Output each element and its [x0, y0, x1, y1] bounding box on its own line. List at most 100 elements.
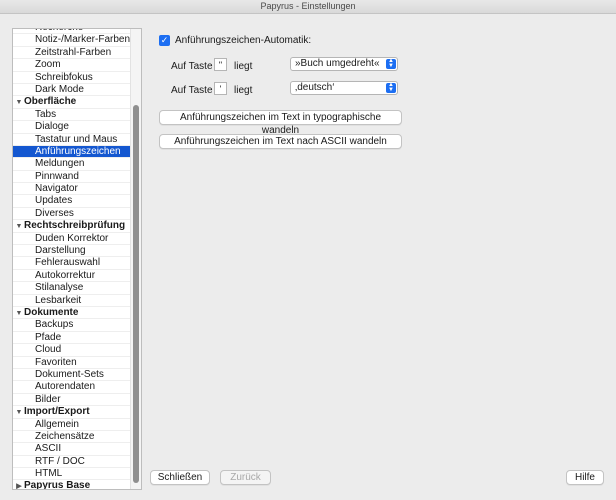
sidebar-item-label: Tabs [35, 108, 57, 120]
back-button[interactable]: Zurück [220, 470, 271, 485]
settings-tree: RechercheNotiz-/Marker-FarbenZeitstrahl-… [13, 29, 131, 490]
sidebar-group[interactable]: ▼ Oberfläche [13, 96, 131, 109]
disclosure-expanded-icon[interactable]: ▼ [14, 97, 24, 109]
sidebar-item-label: Notiz-/Marker-Farben [35, 34, 131, 46]
sidebar-group[interactable]: ▼ Rechtschreibprüfung [13, 220, 131, 233]
disclosure-expanded-icon[interactable]: ▼ [14, 407, 24, 419]
sidebar-item-label: Dark Mode [35, 83, 84, 95]
disclosure-collapsed-icon[interactable]: ▶ [14, 481, 24, 489]
sidebar-item[interactable]: Tastatur und Maus [13, 134, 131, 146]
sidebar-item[interactable]: Fehlerauswahl [13, 257, 131, 270]
sidebar-item[interactable]: Tabs [13, 108, 131, 122]
sidebar-item-label: Pinnwand [35, 170, 79, 182]
sidebar-item[interactable]: Autorendaten [13, 381, 131, 394]
convert-to-typographic-button[interactable]: Anführungszeichen im Text in typographis… [159, 110, 402, 136]
sidebar-item[interactable]: Pfade [13, 331, 131, 345]
key2-label: Auf Taste [171, 85, 213, 96]
sidebar-item[interactable]: Darstellung [13, 245, 131, 258]
sidebar-item-label: Fehlerauswahl [35, 257, 101, 269]
sidebar-item-label: ASCII [35, 443, 62, 455]
help-button[interactable]: Hilfe [566, 470, 604, 485]
settings-sidebar[interactable]: RechercheNotiz-/Marker-FarbenZeitstrahl-… [12, 28, 142, 490]
sidebar-item-label: Autorendaten [35, 381, 96, 393]
window-title: Papyrus - Einstellungen [260, 1, 356, 11]
sidebar-item-label: Zoom [35, 59, 61, 71]
quote-automation-option[interactable]: ✓ Anführungszeichen-Automatik: [159, 35, 311, 46]
sidebar-item[interactable]: Lesbarkeit [13, 295, 131, 307]
sidebar-item-label: Darstellung [35, 245, 86, 257]
sidebar-group[interactable]: ▼ Import/Export [13, 406, 131, 419]
sidebar-item-label: Anführungszeichen [35, 145, 121, 157]
sidebar-item-label: Rechtschreibprüfung [24, 220, 126, 232]
sidebar-item[interactable]: Bilder [13, 393, 131, 407]
sidebar-item[interactable]: Stilanalyse [13, 282, 131, 295]
sidebar-item[interactable]: ASCII [13, 443, 131, 456]
select-stepper-icon: ▲ ▼ [386, 82, 396, 93]
key1-liegt-label: liegt [234, 61, 253, 72]
disclosure-expanded-icon[interactable]: ▼ [14, 221, 24, 233]
sidebar-item[interactable]: Favoriten [13, 357, 131, 369]
sidebar-item[interactable]: Schreibfokus [13, 72, 131, 84]
sidebar-item-label: Papyrus Base [24, 480, 91, 490]
sidebar-item-label: Autokorrektur [35, 269, 96, 281]
sidebar-group[interactable]: ▶ Papyrus Base [13, 480, 131, 490]
sidebar-scroll-thumb[interactable] [133, 105, 139, 483]
sidebar-item-label: Dokumente [24, 306, 79, 318]
sidebar-item[interactable]: Anführungszeichen [13, 145, 131, 159]
key2-liegt-label: liegt [234, 85, 253, 96]
sidebar-item-label: Backups [35, 319, 74, 331]
sidebar-item-label: Pfade [35, 331, 62, 343]
sidebar-item[interactable]: Updates [13, 195, 131, 208]
sidebar-item-label: Duden Korrektor [35, 232, 109, 244]
sidebar-item-label: Navigator [35, 183, 78, 195]
sidebar-item[interactable]: Dialoge [13, 121, 131, 134]
sidebar-item-label: Recherche [35, 29, 83, 33]
key2-quote-style-value: ‚deutsch‘ [295, 82, 335, 93]
sidebar-item[interactable]: Duden Korrektor [13, 232, 131, 246]
sidebar-item[interactable]: Allgemein [13, 419, 131, 431]
sidebar-item-label: Dokument-Sets [35, 368, 104, 380]
sidebar-group[interactable]: ▼ Dokumente [13, 306, 131, 320]
sidebar-item[interactable]: Pinnwand [13, 170, 131, 184]
convert-to-ascii-button[interactable]: Anführungszeichen im Text nach ASCII wan… [159, 134, 402, 149]
sidebar-item-label: Schreibfokus [35, 71, 93, 83]
window-titlebar: Papyrus - Einstellungen [0, 0, 616, 14]
sidebar-item-label: Allgemein [35, 418, 79, 430]
sidebar-item[interactable]: Autokorrektur [13, 269, 131, 283]
sidebar-item-label: Cloud [35, 344, 62, 356]
sidebar-item[interactable]: RTF / DOC [13, 455, 131, 469]
sidebar-item-label: Zeitstrahl-Farben [35, 46, 112, 58]
sidebar-item[interactable]: Cloud [13, 344, 131, 357]
sidebar-item[interactable]: Dokument-Sets [13, 368, 131, 382]
key2-quote-style-select[interactable]: ‚deutsch‘ ▲ ▼ [290, 81, 398, 95]
sidebar-item[interactable]: Zeitstrahl-Farben [13, 46, 131, 60]
sidebar-item-label: Dialoge [35, 121, 69, 133]
key1-quote-style-select[interactable]: »Buch umgedreht« ▲ ▼ [290, 57, 398, 71]
key2-field[interactable]: ' [214, 82, 227, 95]
sidebar-item[interactable]: Zeichensätze [13, 431, 131, 444]
sidebar-item-label: RTF / DOC [35, 455, 85, 467]
sidebar-item[interactable]: Notiz-/Marker-Farben [13, 34, 131, 47]
sidebar-item[interactable]: Backups [13, 319, 131, 332]
sidebar-item[interactable]: Navigator [13, 183, 131, 196]
sidebar-scrollbar[interactable] [130, 29, 141, 489]
sidebar-item-label: Stilanalyse [35, 282, 84, 294]
sidebar-item[interactable]: Dark Mode [13, 83, 131, 97]
sidebar-item[interactable]: Meldungen [13, 158, 131, 171]
sidebar-item-label: Diverses [35, 207, 74, 219]
disclosure-expanded-icon[interactable]: ▼ [14, 308, 24, 320]
sidebar-item-label: Favoriten [35, 356, 77, 368]
sidebar-item-label: Lesbarkeit [35, 294, 82, 306]
sidebar-item-label: HTML [35, 468, 63, 480]
sidebar-item-label: Tastatur und Maus [35, 133, 118, 145]
quote-automation-checkbox[interactable]: ✓ [159, 35, 170, 46]
sidebar-item-label: Import/Export [24, 406, 90, 418]
sidebar-item[interactable]: HTML [13, 468, 131, 481]
quote-automation-label: Anführungszeichen-Automatik: [175, 35, 312, 46]
close-button[interactable]: Schließen [150, 470, 210, 485]
sidebar-item[interactable]: Zoom [13, 59, 131, 72]
select-stepper-icon: ▲ ▼ [386, 58, 396, 69]
sidebar-item[interactable]: Diverses [13, 207, 131, 221]
sidebar-item-label: Bilder [35, 393, 61, 405]
key1-field[interactable]: " [214, 58, 227, 71]
